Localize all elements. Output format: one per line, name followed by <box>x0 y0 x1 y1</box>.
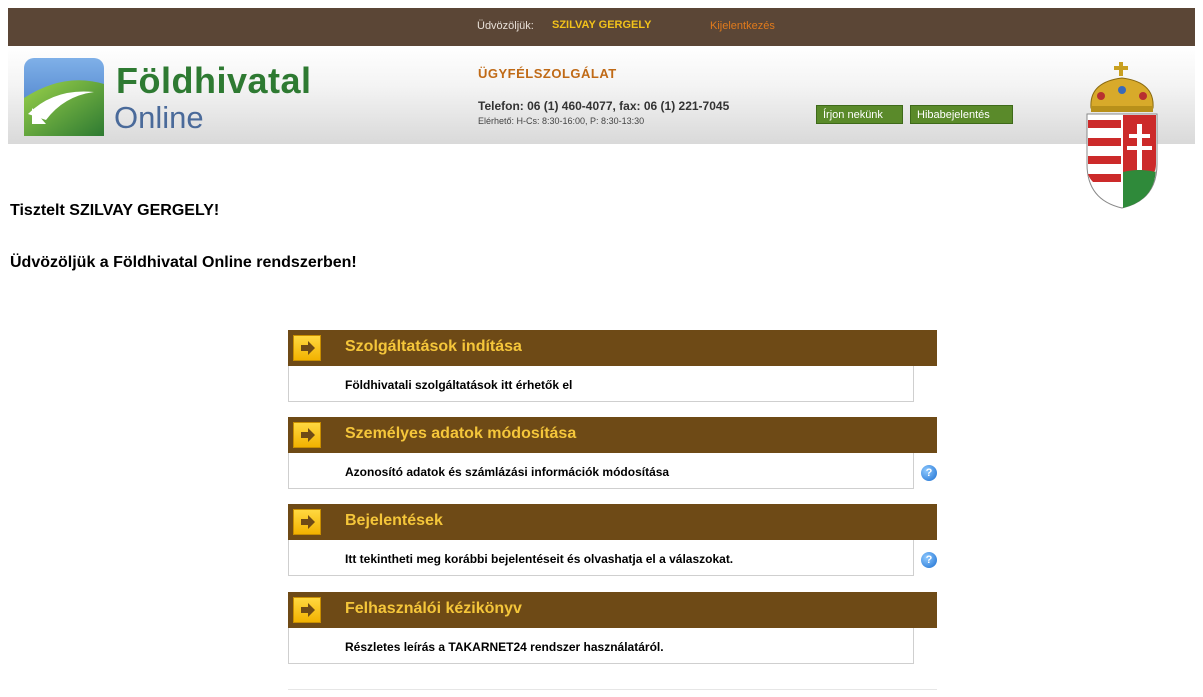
user-name: SZILVAY GERGELY <box>552 19 652 31</box>
menu-title[interactable]: Személyes adatok módosítása <box>345 425 576 443</box>
help-icon[interactable]: ? <box>921 465 937 481</box>
logout-link[interactable]: Kijelentkezés <box>710 20 775 32</box>
arrow-right-icon[interactable] <box>293 335 321 361</box>
menu-item-reports[interactable]: Bejelentések Itt tekintheti meg korábbi … <box>288 504 937 576</box>
menu-title[interactable]: Bejelentések <box>345 512 443 530</box>
divider <box>288 689 937 690</box>
arrow-right-icon[interactable] <box>293 509 321 535</box>
logo-subtitle: Online <box>114 100 204 135</box>
menu-title[interactable]: Szolgáltatások indítása <box>345 338 522 356</box>
menu-title[interactable]: Felhasználói kézikönyv <box>345 600 522 618</box>
arrow-right-icon[interactable] <box>293 422 321 448</box>
menu-header[interactable]: Szolgáltatások indítása <box>288 330 937 366</box>
arrow-right-icon[interactable] <box>293 597 321 623</box>
write-us-button[interactable]: Írjon nekünk <box>816 105 903 124</box>
menu-header[interactable]: Felhasználói kézikönyv <box>288 592 937 628</box>
menu-description: Részletes leírás a TAKARNET24 rendszer h… <box>288 628 914 664</box>
greeting-welcome: Üdvözöljük a Földhivatal Online rendszer… <box>10 254 357 271</box>
logo-title: Földhivatal <box>116 60 312 101</box>
coat-of-arms-icon <box>1086 62 1158 209</box>
service-title: ÜGYFÉLSZOLGÁLAT <box>478 66 617 81</box>
menu-description: Itt tekintheti meg korábbi bejelentéseit… <box>288 540 914 576</box>
menu-header[interactable]: Személyes adatok módosítása <box>288 417 937 453</box>
office-hours: Elérhető: H-Cs: 8:30-16:00, P: 8:30-13:3… <box>478 116 645 126</box>
help-icon[interactable]: ? <box>921 552 937 568</box>
report-bug-button[interactable]: Hibabejelentés <box>910 105 1013 124</box>
menu-header[interactable]: Bejelentések <box>288 504 937 540</box>
header: Földhivatal Online ÜGYFÉLSZOLGÁLAT Telef… <box>8 46 1195 144</box>
contact-phone: Telefon: 06 (1) 460-4077, fax: 06 (1) 22… <box>478 99 730 113</box>
greeting-name: Tisztelt SZILVAY GERGELY! <box>10 202 220 219</box>
top-bar: Üdvözöljük: SZILVAY GERGELY Kijelentkezé… <box>8 8 1195 46</box>
logo-icon[interactable] <box>24 58 104 136</box>
welcome-label: Üdvözöljük: <box>477 20 534 32</box>
menu-description: Azonosító adatok és számlázási informáci… <box>288 453 914 489</box>
menu-item-personal-data[interactable]: Személyes adatok módosítása Azonosító ad… <box>288 417 937 489</box>
menu-description: Földhivatali szolgáltatások itt érhetők … <box>288 366 914 402</box>
menu-item-manual[interactable]: Felhasználói kézikönyv Részletes leírás … <box>288 592 937 664</box>
menu-item-services[interactable]: Szolgáltatások indítása Földhivatali szo… <box>288 330 937 402</box>
